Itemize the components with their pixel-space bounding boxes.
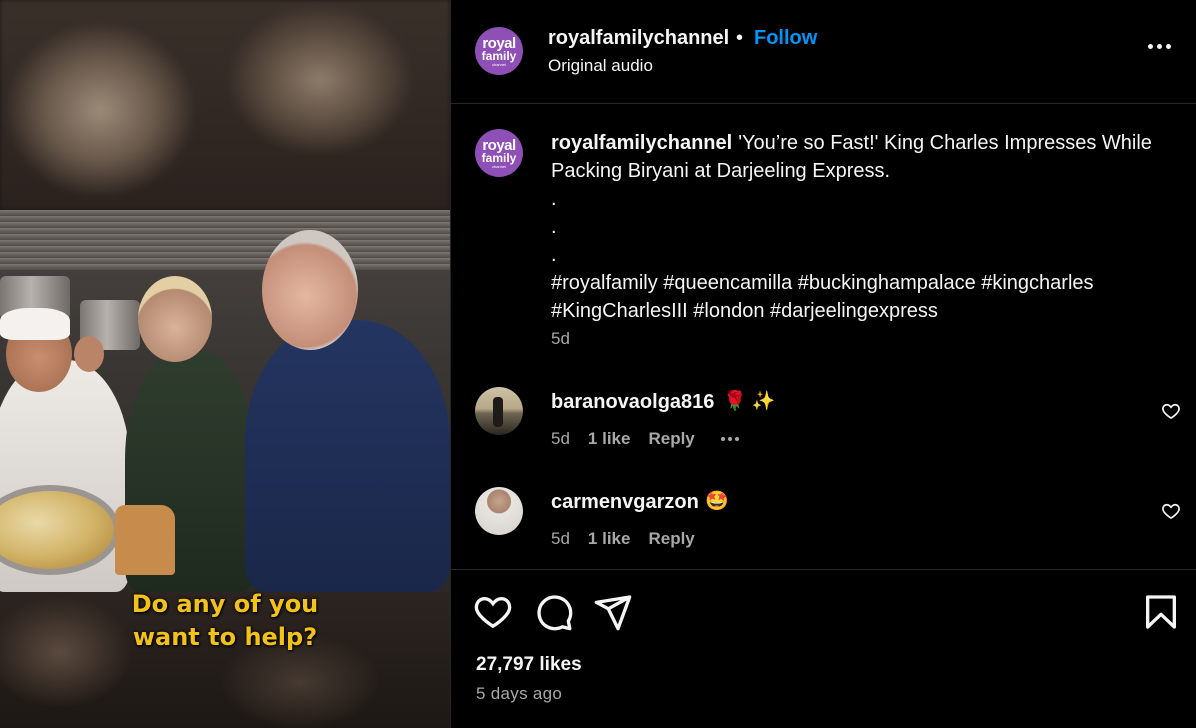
heart-icon[interactable] <box>1161 501 1181 521</box>
likes-count[interactable]: 27,797 likes <box>476 654 582 676</box>
comment-username[interactable]: carmenvgarzon <box>551 491 699 514</box>
caption-timestamp[interactable]: 5d <box>551 329 570 349</box>
subtitle-line-1: Do any of you <box>131 590 319 618</box>
comment-likes[interactable]: 1 like <box>588 529 631 549</box>
comment-text: 🌹 ✨ <box>723 391 776 412</box>
post-header: royal family channel royalfamilychannel … <box>451 0 1196 104</box>
caption-avatar[interactable]: royal family channel <box>475 129 523 177</box>
man-figure <box>245 320 450 592</box>
avatar-logo-text: channel <box>491 163 506 169</box>
separator-dot: • <box>736 27 744 49</box>
comment-item: carmenvgarzon 🤩 5d 1 like Reply <box>451 487 1196 557</box>
caption-hashtags[interactable]: #royalfamily #queencamilla #buckinghampa… <box>551 269 1171 297</box>
avatar-logo-text: channel <box>491 61 506 67</box>
kitchen-hood <box>0 210 450 270</box>
man-head <box>262 230 358 350</box>
caption-hashtags[interactable]: #KingCharlesIII #london #darjeelingexpre… <box>551 297 1171 325</box>
food-box <box>115 505 175 575</box>
woman-head <box>138 276 212 362</box>
header-username[interactable]: royalfamilychannel <box>548 27 729 50</box>
share-icon[interactable] <box>593 592 633 632</box>
comment-likes[interactable]: 1 like <box>588 429 631 449</box>
comments-section: royal family channel royalfamilychannel '… <box>451 105 1196 569</box>
subtitle-line-2: want to help? <box>132 623 318 651</box>
comment-time[interactable]: 5d <box>551 529 570 549</box>
avatar-logo-text: family <box>481 150 517 165</box>
caption-dot: . <box>551 216 557 238</box>
comment-text: 🤩 <box>705 491 729 512</box>
reply-button[interactable]: Reply <box>648 429 694 449</box>
video-subtitle: Do any of you want to help? <box>0 588 450 654</box>
avatar-logo-text: family <box>481 48 517 63</box>
reply-button[interactable]: Reply <box>648 529 694 549</box>
comment-meta: 5d 1 like Reply <box>551 529 695 549</box>
chef-hat <box>0 308 70 340</box>
commenter-avatar[interactable] <box>475 387 523 435</box>
comment-username[interactable]: baranovaolga816 <box>551 391 714 414</box>
heart-icon[interactable] <box>1161 401 1181 421</box>
avatar-figure <box>493 397 503 427</box>
chef-head-2 <box>74 336 104 372</box>
heart-icon[interactable] <box>473 592 513 632</box>
post-details-panel: royal family channel royalfamilychannel … <box>450 0 1196 728</box>
bookmark-icon[interactable] <box>1141 592 1181 632</box>
comment-time[interactable]: 5d <box>551 429 570 449</box>
comment-meta: 5d 1 like Reply <box>551 429 739 449</box>
video-blur-top <box>0 0 450 210</box>
more-options-icon[interactable] <box>1145 36 1173 56</box>
caption-username[interactable]: royalfamilychannel <box>551 132 732 154</box>
audio-label[interactable]: Original audio <box>548 56 653 76</box>
caption-dot: . <box>551 188 557 210</box>
comment-options-icon[interactable] <box>720 437 739 441</box>
commenter-avatar[interactable] <box>475 487 523 535</box>
comment-item: baranovaolga816 🌹 ✨ 5d 1 like Reply <box>451 387 1196 457</box>
video-frame <box>0 210 450 592</box>
post-time[interactable]: 5 days ago <box>476 684 562 704</box>
avatar[interactable]: royal family channel <box>475 27 523 75</box>
follow-button[interactable]: Follow <box>754 27 817 50</box>
post-video[interactable]: Do any of you want to help? <box>0 0 450 728</box>
caption-dot: . <box>551 244 557 266</box>
post-caption: royalfamilychannel 'You’re so Fast!' King… <box>551 129 1171 325</box>
comment-icon[interactable] <box>534 592 574 632</box>
post-actions: 27,797 likes 5 days ago <box>451 569 1196 728</box>
